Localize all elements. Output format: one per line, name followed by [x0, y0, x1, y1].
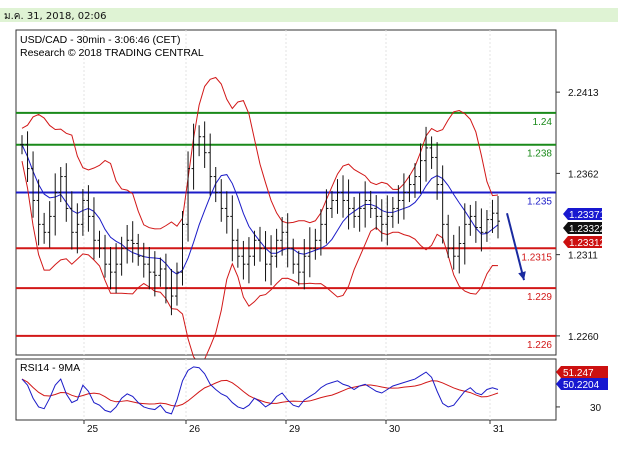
level-label: 1.2315: [521, 252, 552, 263]
rsi-badge-label: 50.2204: [563, 380, 600, 391]
x-tick-label: 26: [189, 424, 201, 435]
chart: 2.2413 1.2362 1.2311 1.2260 1.24 1.238 1.235 1.…: [15, 29, 608, 435]
price-tick-label: 1.2260: [568, 332, 599, 343]
x-tick-label: 31: [493, 424, 505, 435]
x-tick-label: 29: [289, 424, 301, 435]
level-label: 1.238: [527, 149, 552, 160]
x-tick-label: 30: [389, 424, 401, 435]
x-tick-label: 25: [87, 424, 99, 435]
rsi-tick-label: 30: [590, 403, 602, 414]
price-badge-label: 1.23322: [569, 224, 606, 235]
price-badge-label: 1.23371: [569, 210, 606, 221]
rsi-title: RSI14 - 9MA: [20, 362, 80, 374]
price-tick-label: 1.2362: [568, 169, 599, 180]
rsi-badge-label: 51.247: [563, 368, 594, 379]
price-panel: 2.2413 1.2362 1.2311 1.2260 1.24 1.238 1.235 1.…: [15, 29, 606, 366]
price-badge-label: 1.23312: [569, 238, 606, 249]
level-label: 1.226: [527, 340, 552, 351]
level-label: 1.229: [527, 292, 552, 303]
price-tick-label: 2.2413: [568, 88, 599, 99]
level-label: 1.235: [527, 197, 552, 208]
level-label: 1.24: [533, 117, 553, 128]
chart-title: USD/CAD - 30min - 3:06:46 (CET): [20, 34, 180, 46]
rsi-panel: 2526293031703051.24750.2204: [15, 358, 608, 435]
price-tick-label: 1.2311: [568, 251, 598, 262]
chart-subtitle: Research © 2018 TRADING CENTRAL: [20, 47, 204, 59]
